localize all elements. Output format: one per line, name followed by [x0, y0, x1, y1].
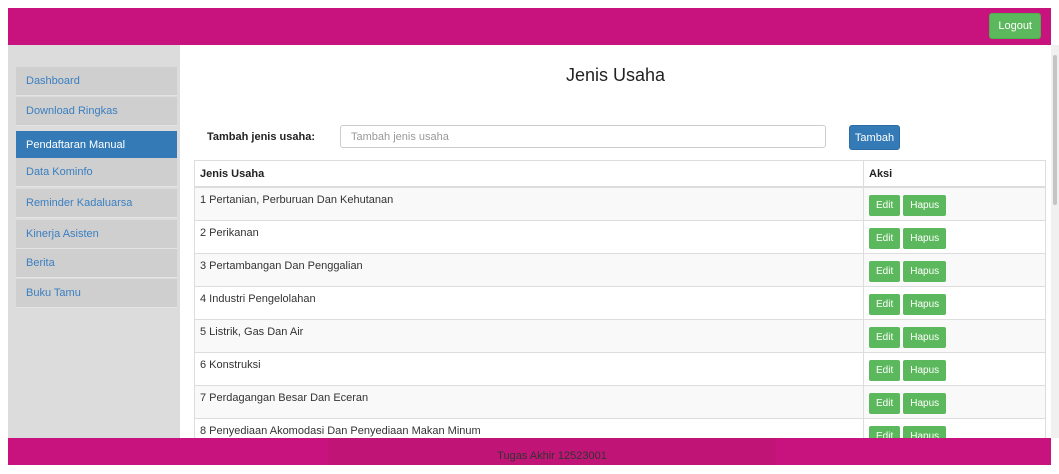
edit-button[interactable]: Edit: [869, 359, 901, 381]
jenis-usaha-cell: 1 Pertanian, Perburuan Dan Kehutanan: [194, 186, 864, 221]
hapus-button[interactable]: Hapus: [903, 359, 947, 381]
sidebar-item-kinerja-asisten[interactable]: Kinerja Asisten: [16, 220, 177, 249]
jenis-usaha-cell: 2 Perikanan: [194, 219, 864, 254]
jenis-usaha-cell: 3 Pertambangan Dan Penggalian: [194, 252, 864, 287]
table-row: 5 Listrik, Gas Dan Air Edit Hapus: [194, 318, 1046, 353]
hapus-button[interactable]: Hapus: [903, 195, 947, 216]
column-header-aksi: Aksi: [863, 160, 1046, 188]
hapus-button[interactable]: Hapus: [903, 260, 947, 282]
main-content: Jenis Usaha Tambah jenis usaha: Tambah J…: [180, 45, 1051, 438]
sidebar-item-dashboard[interactable]: Dashboard: [16, 67, 177, 96]
page-title: Jenis Usaha: [565, 65, 666, 85]
sidebar-item-buku-tamu[interactable]: Buku Tamu: [16, 279, 177, 308]
edit-button[interactable]: Edit: [869, 260, 901, 282]
table-row: 1 Pertanian, Perburuan Dan Kehutanan Edi…: [194, 186, 1046, 221]
action-cell: Edit Hapus: [863, 318, 1046, 353]
jenis-usaha-cell: 4 Industri Pengelolahan: [194, 285, 864, 320]
hapus-button[interactable]: Hapus: [903, 293, 947, 315]
scrollbar-thumb[interactable]: [1053, 55, 1057, 205]
table-row: 8 Penyediaan Akomodasi Dan Penyediaan Ma…: [194, 417, 1046, 438]
edit-button[interactable]: Edit: [869, 227, 901, 249]
hapus-button[interactable]: Hapus: [903, 227, 947, 249]
action-cell: Edit Hapus: [863, 252, 1046, 287]
sidebar-item-berita[interactable]: Berita: [16, 249, 177, 278]
jenis-usaha-input[interactable]: [340, 125, 826, 148]
hapus-button[interactable]: Hapus: [903, 425, 947, 438]
footer: Tugas Akhir 12523001: [8, 438, 1051, 465]
table-row: 2 Perikanan Edit Hapus: [194, 219, 1046, 254]
jenis-usaha-cell: 6 Konstruksi: [194, 351, 864, 386]
footer-text: Tugas Akhir 12523001: [328, 438, 776, 465]
edit-button[interactable]: Edit: [869, 326, 901, 348]
table-row: 3 Pertambangan Dan Penggalian Edit Hapus: [194, 252, 1046, 287]
jenis-usaha-cell: 7 Perdagangan Besar Dan Eceran: [194, 384, 864, 419]
add-jenis-usaha-label: Tambah jenis usaha:: [207, 131, 315, 143]
hapus-button[interactable]: Hapus: [903, 326, 947, 348]
action-cell: Edit Hapus: [863, 351, 1046, 386]
jenis-usaha-cell: 8 Penyediaan Akomodasi Dan Penyediaan Ma…: [194, 417, 864, 438]
sidebar-item-reminder-kadaluarsa[interactable]: Reminder Kadaluarsa: [16, 189, 177, 218]
table-row: 6 Konstruksi Edit Hapus: [194, 351, 1046, 386]
action-cell: Edit Hapus: [863, 186, 1046, 221]
table-header-row: Jenis Usaha Aksi: [194, 160, 1046, 188]
jenis-usaha-table: Jenis Usaha Aksi 1 Pertanian, Perburuan …: [194, 160, 1046, 438]
top-navbar: Logout: [8, 8, 1051, 45]
logout-button[interactable]: Logout: [989, 13, 1041, 39]
hapus-button[interactable]: Hapus: [903, 392, 947, 414]
edit-button[interactable]: Edit: [869, 195, 901, 216]
edit-button[interactable]: Edit: [869, 293, 901, 315]
sidebar: Dashboard Download Ringkas Pendaftaran M…: [8, 45, 180, 438]
edit-button[interactable]: Edit: [869, 392, 901, 414]
action-cell: Edit Hapus: [863, 219, 1046, 254]
sidebar-item-data-kominfo[interactable]: Data Kominfo: [16, 158, 177, 187]
table-row: 4 Industri Pengelolahan Edit Hapus: [194, 285, 1046, 320]
tambah-button[interactable]: Tambah: [849, 125, 900, 150]
sidebar-item-download-ringkas[interactable]: Download Ringkas: [16, 97, 177, 126]
sidebar-item-pendaftaran-manual[interactable]: Pendaftaran Manual: [16, 131, 177, 160]
column-header-jenis-usaha: Jenis Usaha: [194, 160, 864, 188]
action-cell: Edit Hapus: [863, 417, 1046, 438]
action-cell: Edit Hapus: [863, 384, 1046, 419]
table-row: 7 Perdagangan Besar Dan Eceran Edit Hapus: [194, 384, 1046, 419]
edit-button[interactable]: Edit: [869, 425, 901, 438]
jenis-usaha-cell: 5 Listrik, Gas Dan Air: [194, 318, 864, 353]
action-cell: Edit Hapus: [863, 285, 1046, 320]
